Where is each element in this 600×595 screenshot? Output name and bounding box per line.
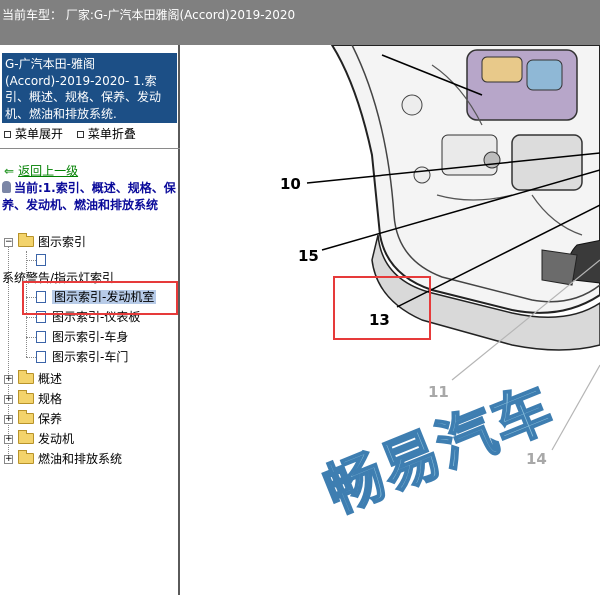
tree-folder-overview[interactable]: 概述	[18, 370, 62, 388]
back-link-row[interactable]: ⇐ 返回上一级	[4, 162, 78, 179]
tree-doc[interactable]	[36, 251, 52, 269]
menu-collapse-button[interactable]: 菜单折叠	[76, 127, 136, 141]
tree-folder-fuel-emissions[interactable]: 燃油和排放系统	[18, 450, 122, 468]
collapse-toggle[interactable]: −	[4, 238, 13, 247]
tree-line	[26, 317, 36, 318]
tree-line	[26, 357, 36, 358]
callout-13: 13	[369, 311, 390, 329]
expand-toggle[interactable]: +	[4, 415, 13, 424]
location-pin-icon	[2, 181, 11, 193]
engine-bay-illustration	[306, 45, 600, 451]
current-model-title: 当前车型： 厂家:G-广汽本田雅阁(Accord)2019-2020	[2, 8, 296, 22]
diagram-pane: 10 15 13 11 14 畅易汽车	[182, 45, 600, 595]
callout-15: 15	[298, 247, 319, 265]
tree-folder-maintenance[interactable]: 保养	[18, 410, 62, 428]
document-icon	[36, 254, 46, 266]
tree-folder-specs[interactable]: 规格	[18, 390, 62, 408]
folder-icon	[18, 370, 34, 384]
current-location-text: 当前:1.索引、概述、规格、保养、发动机、燃油和排放系统	[2, 181, 176, 212]
document-icon	[36, 351, 46, 363]
callout-10: 10	[280, 175, 301, 193]
navigation-pane: G-广汽本田-雅阁(Accord)-2019-2020- 1.索引、概述、规格、…	[0, 45, 180, 595]
tree-folder-diagram-index[interactable]: 图示索引	[18, 233, 86, 251]
current-location: 当前:1.索引、概述、规格、保养、发动机、燃油和排放系统	[2, 180, 178, 214]
folder-icon	[18, 390, 34, 404]
folder-icon	[18, 430, 34, 444]
tree-line	[26, 337, 36, 338]
back-arrow-icon: ⇐	[4, 164, 15, 178]
tree-line	[26, 260, 36, 261]
section-header: G-广汽本田-雅阁(Accord)-2019-2020- 1.索引、概述、规格、…	[2, 53, 177, 123]
document-icon	[36, 331, 46, 343]
menu-controls: 菜单展开 菜单折叠	[4, 125, 146, 142]
expand-toggle[interactable]: +	[4, 395, 13, 404]
title-bar: 当前车型： 厂家:G-广汽本田雅阁(Accord)2019-2020	[0, 0, 600, 45]
folder-icon	[18, 410, 34, 424]
folder-icon	[18, 233, 34, 247]
menu-expand-button[interactable]: 菜单展开	[4, 127, 63, 141]
square-icon	[76, 130, 84, 138]
folder-icon	[18, 450, 34, 464]
expand-toggle[interactable]: +	[4, 435, 13, 444]
expand-toggle[interactable]: +	[4, 375, 13, 384]
highlight-box	[22, 281, 178, 315]
divider	[0, 148, 180, 149]
tree-item-door[interactable]: 图示索引-车门	[36, 348, 128, 366]
tree-item-body[interactable]: 图示索引-车身	[36, 328, 128, 346]
expand-toggle[interactable]: +	[4, 455, 13, 464]
tree-folder-engine[interactable]: 发动机	[18, 430, 74, 448]
square-icon	[4, 130, 11, 138]
back-link[interactable]: 返回上一级	[18, 164, 78, 178]
